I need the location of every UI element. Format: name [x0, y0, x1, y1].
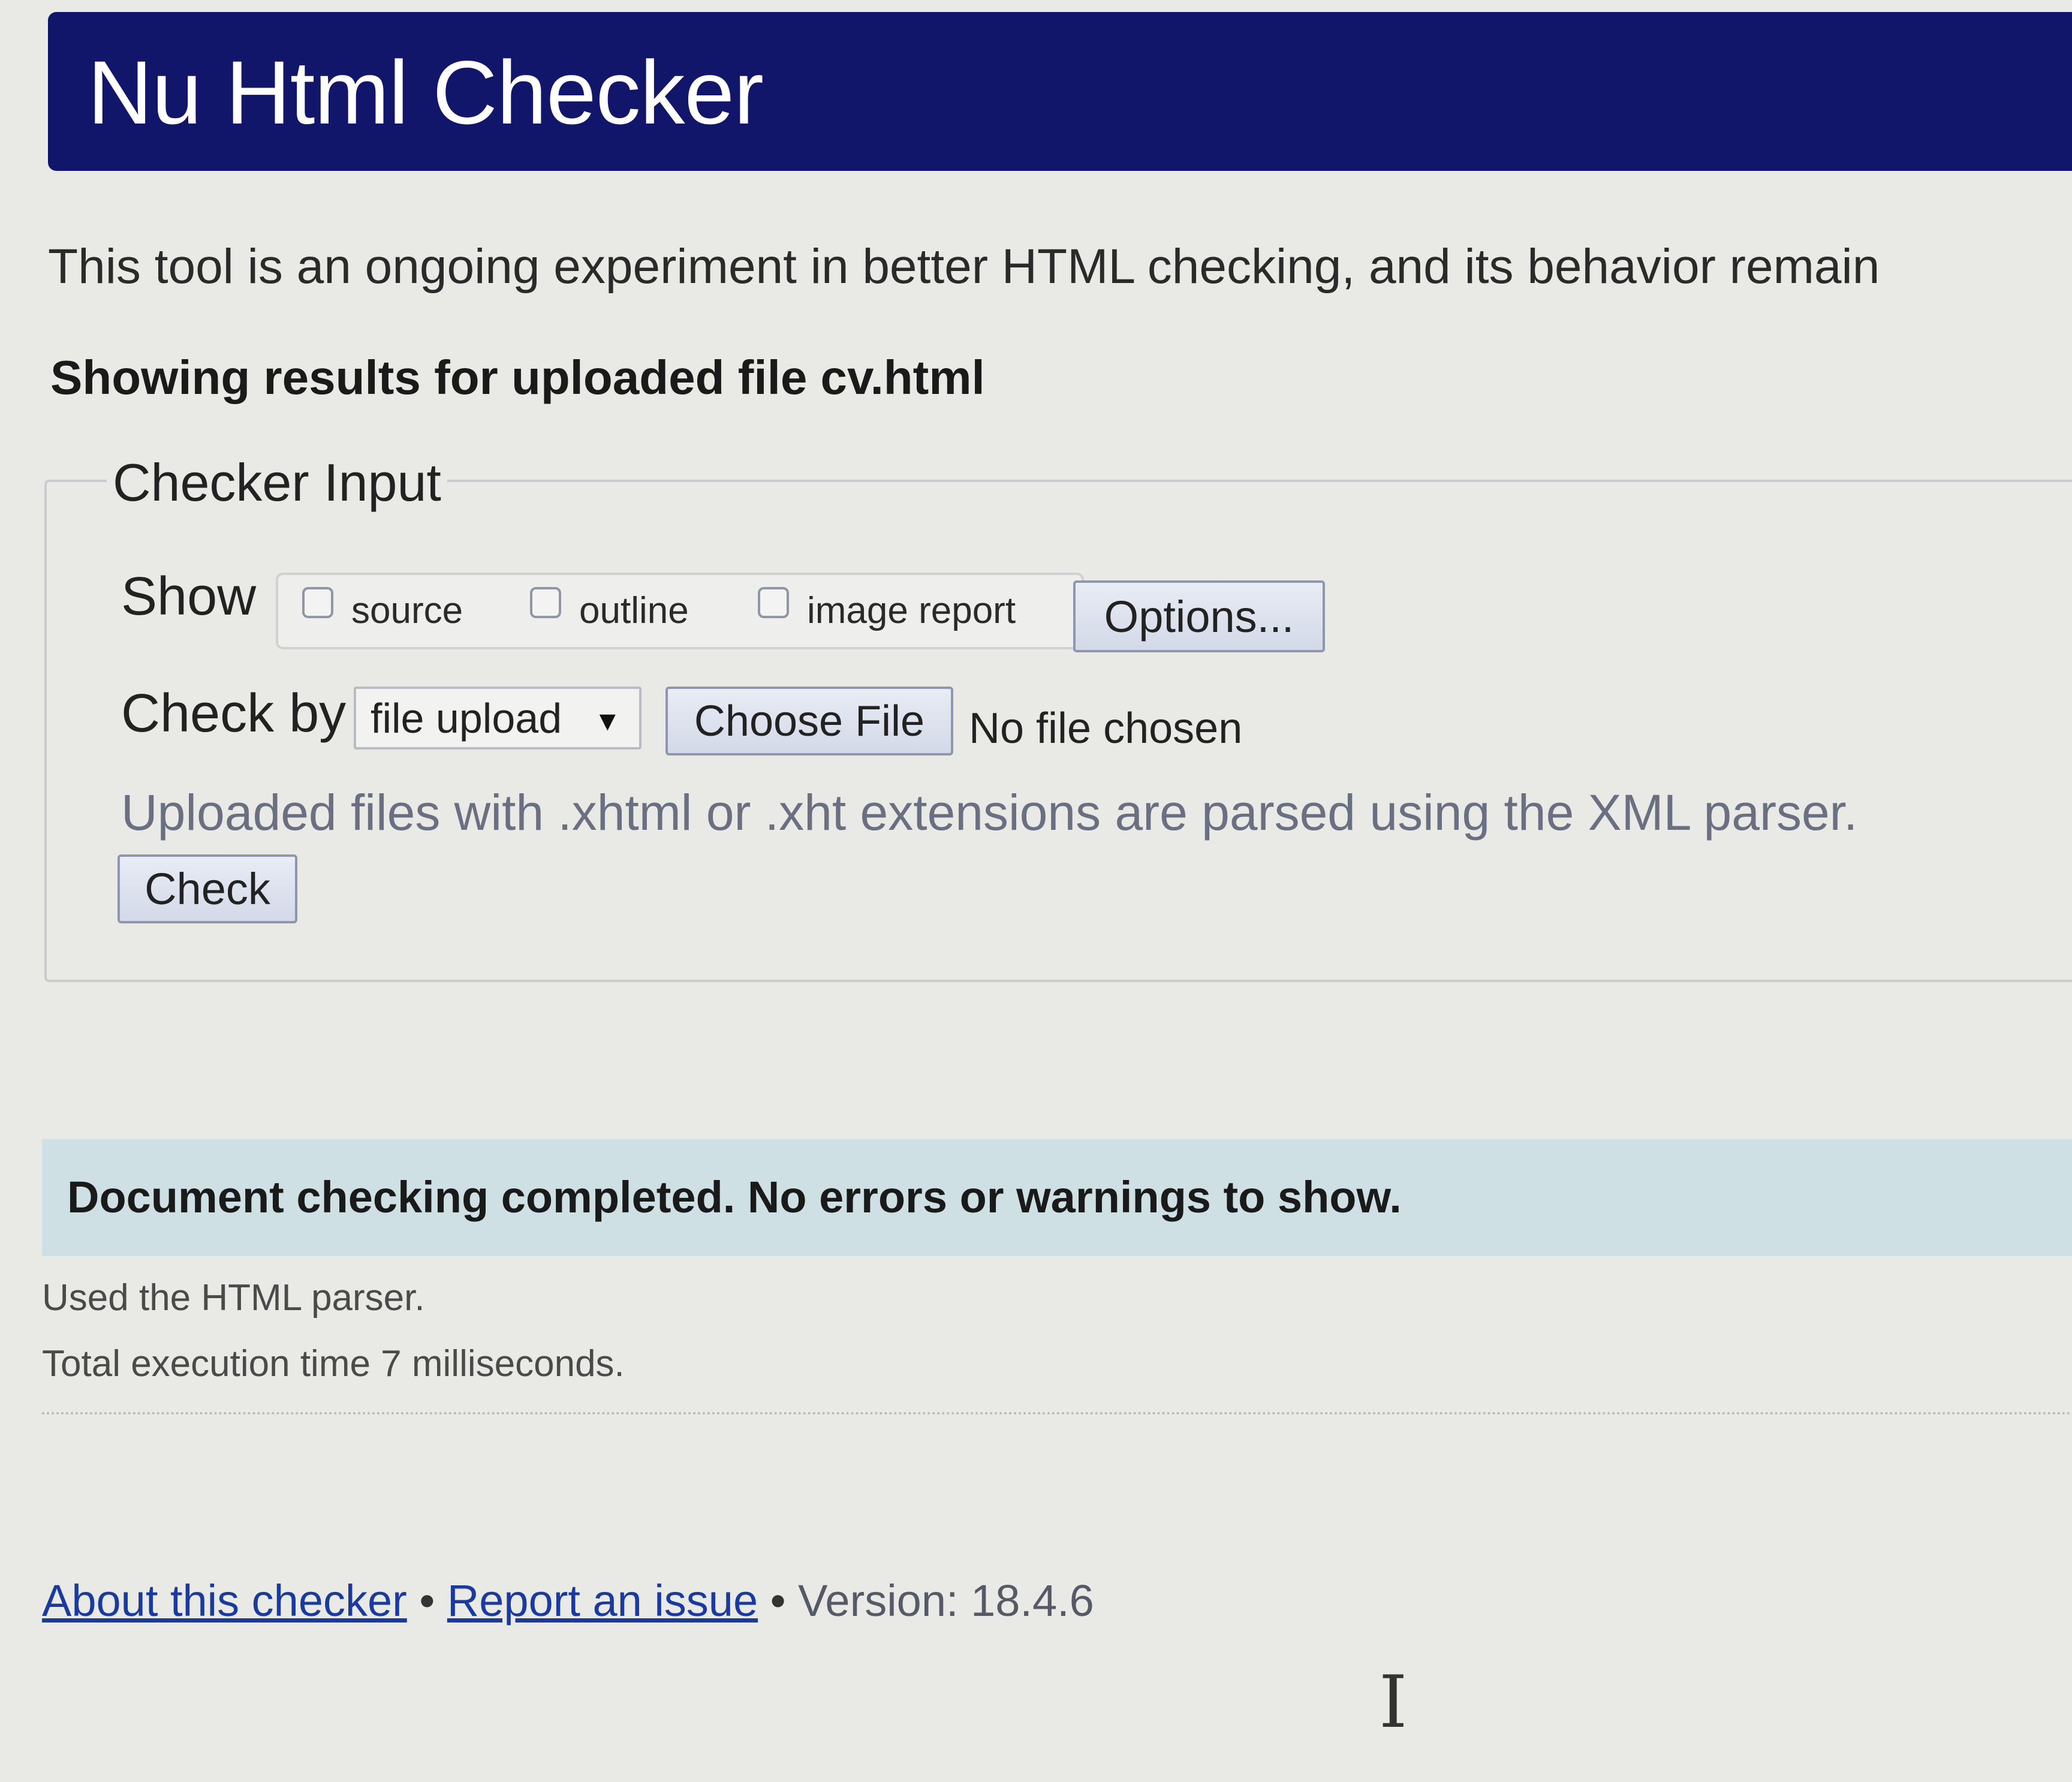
show-source-option[interactable]: source: [302, 583, 463, 637]
report-issue-link[interactable]: Report an issue: [447, 1576, 758, 1626]
check-button[interactable]: Check: [118, 854, 297, 923]
xml-parser-hint: Uploaded files with .xhtml or .xht exten…: [121, 784, 1858, 841]
dropdown-arrow-icon: ▼: [594, 705, 621, 736]
about-checker-link[interactable]: About this checker: [42, 1576, 407, 1626]
check-by-select[interactable]: file upload ▼: [354, 687, 642, 749]
image-report-checkbox[interactable]: [758, 587, 789, 618]
status-message: Document checking completed. No errors o…: [67, 1172, 1402, 1222]
header-banner: Nu Html Checker: [48, 12, 2072, 171]
image-report-checkbox-label: image report: [807, 589, 1016, 631]
results-heading: Showing results for uploaded file cv.htm…: [50, 351, 985, 404]
status-message-bar: Document checking completed. No errors o…: [42, 1139, 2072, 1256]
execution-time-info: Total execution time 7 milliseconds.: [42, 1343, 625, 1384]
text-cursor-icon: I: [1379, 1661, 1408, 1744]
show-label: Show: [121, 567, 257, 627]
choose-file-button[interactable]: Choose File: [665, 687, 953, 755]
show-outline-option[interactable]: outline: [530, 583, 689, 637]
show-image-report-option[interactable]: image report: [758, 583, 1016, 637]
source-checkbox[interactable]: [302, 587, 333, 618]
version-text: Version: 18.4.6: [798, 1576, 1094, 1626]
divider: [42, 1412, 2072, 1414]
options-button[interactable]: Options...: [1073, 580, 1325, 652]
footer-separator: •: [770, 1576, 786, 1626]
outline-checkbox[interactable]: [530, 587, 561, 618]
show-options-group: source outline image report: [276, 573, 1084, 649]
check-by-label: Check by: [121, 684, 347, 743]
page-title: Nu Html Checker: [88, 42, 764, 143]
check-by-selected-value: file upload: [371, 694, 562, 742]
parser-info: Used the HTML parser.: [42, 1277, 425, 1319]
footer: About this checker • Report an issue • V…: [42, 1571, 1094, 1631]
outline-checkbox-label: outline: [579, 589, 689, 631]
checker-input-legend: Checker Input: [107, 450, 447, 516]
no-file-chosen-text: No file chosen: [969, 705, 1243, 752]
footer-separator: •: [419, 1576, 435, 1626]
source-checkbox-label: source: [351, 589, 463, 631]
page: Nu Html Checker This tool is an ongoing …: [42, 12, 2072, 1782]
intro-text: This tool is an ongoing experiment in be…: [48, 239, 1880, 294]
